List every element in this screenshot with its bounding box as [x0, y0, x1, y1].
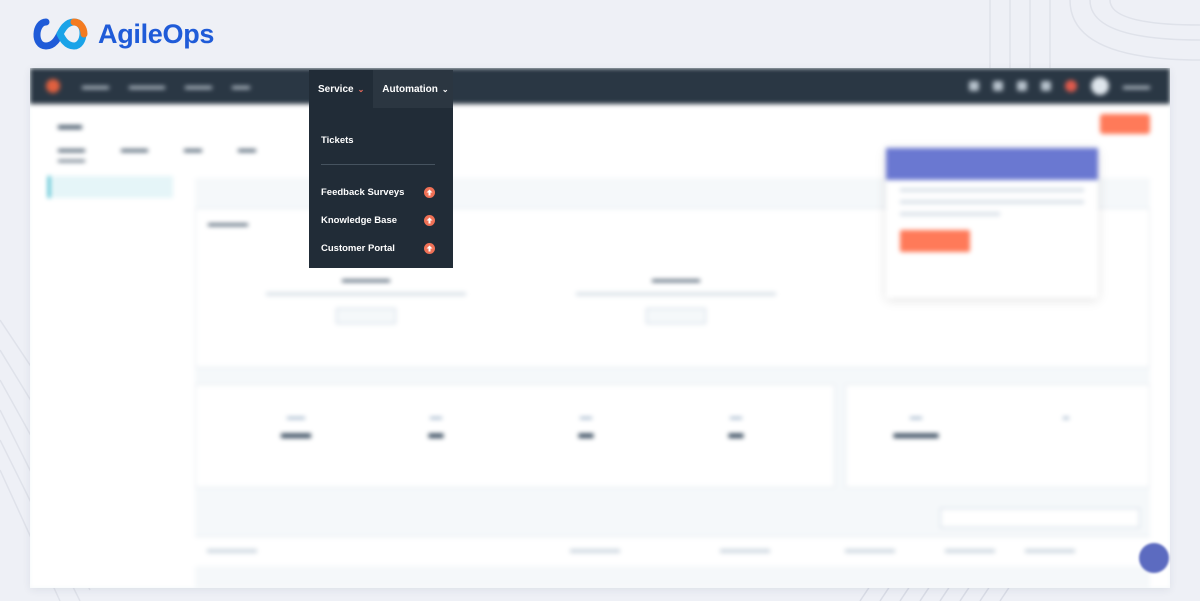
table-toolbar: [195, 508, 1150, 532]
tab: ▬▬▬: [121, 144, 148, 154]
brand-name: AgileOps: [98, 18, 215, 49]
stat-block: ▬▬ ▬: [428, 415, 444, 442]
stats-panel-secondary: ▬▬ ▬▬▬ ▬: [845, 384, 1150, 488]
page-content: ▬▬ ▬▬▬ ▬▬▬ ▬▬ ▬▬ ▬▬▬▬▬ ▬▬▬▬▬▬ ▬▬▬▬▬▬ ▬▬▬…: [30, 104, 1170, 588]
popover-header: [886, 148, 1098, 180]
page-tabs: ▬▬▬ ▬▬▬ ▬▬ ▬▬: [58, 144, 256, 162]
top-navigation-bar: ▬▬▬ ▬▬▬▬ ▬▬▬ ▬▬ ▬▬▬: [30, 68, 1170, 104]
menu-divider: [321, 164, 435, 165]
nav-item: ▬▬: [232, 81, 250, 91]
sidebar-item: [48, 224, 173, 246]
stats-panel: ▬▬▬ ▬▬ ▬▬ ▬ ▬▬ ▬ ▬▬ ▬: [195, 384, 835, 488]
tab-service-label: Service: [318, 83, 354, 95]
tab-automation[interactable]: Automation ⌄: [373, 70, 457, 108]
upgrade-arrow-icon: [424, 186, 435, 198]
menu-item-knowledge-base[interactable]: Knowledge Base: [309, 206, 453, 234]
stat-block: ▬: [1063, 415, 1069, 421]
menu-item-customer-portal[interactable]: Customer Portal: [309, 234, 453, 262]
upgrade-arrow-icon: [424, 214, 435, 226]
settings-icon: [1041, 81, 1051, 91]
chevron-down-icon: ⌄: [441, 84, 449, 94]
blurred-background-ui: ▬▬▬ ▬▬▬▬ ▬▬▬ ▬▬ ▬▬▬ ▬▬ ▬▬▬ ▬▬▬ ▬▬ ▬▬ ▬▬▬…: [30, 68, 1170, 588]
create-button: [1100, 114, 1150, 134]
nav-item: ▬▬▬▬: [129, 81, 165, 91]
sidebar-item: [48, 200, 173, 222]
menu-item-label: Feedback Surveys: [321, 186, 405, 198]
marketplace-icon: [993, 81, 1003, 91]
notifications-icon: [1065, 80, 1077, 92]
sidebar-item: [48, 176, 173, 198]
tab-service[interactable]: Service ⌄: [309, 70, 374, 108]
chat-widget-icon[interactable]: [1139, 543, 1169, 573]
tab: ▬▬▬: [58, 144, 85, 162]
upgrade-arrow-icon: [424, 242, 435, 254]
brand-header: AgileOps: [30, 16, 214, 52]
table-header: [195, 536, 1150, 566]
service-dropdown-menu: Tickets Feedback Surveys Knowledge Base …: [309, 108, 453, 268]
chevron-down-icon: ⌄: [357, 84, 365, 94]
help-icon: [1017, 81, 1027, 91]
popover-cta-button: [900, 230, 970, 252]
menu-item-feedback-surveys[interactable]: Feedback Surveys: [309, 178, 453, 206]
stat-block: ▬▬ ▬: [578, 415, 594, 442]
onboarding-card: ▬▬▬▬▬▬: [526, 249, 826, 369]
stat-block: ▬▬▬▬▬: [281, 415, 311, 442]
tab-automation-label: Automation: [382, 83, 438, 95]
stat-block: ▬▬▬▬▬: [893, 415, 939, 442]
tab: ▬▬: [238, 144, 256, 154]
account-menu: ▬▬▬: [1123, 81, 1150, 91]
nav-item: ▬▬▬: [82, 81, 109, 91]
card-title: ▬▬▬▬▬: [208, 219, 248, 228]
tab: ▬▬: [184, 144, 202, 154]
onboarding-popover: [886, 148, 1098, 298]
app-window: ▬▬▬ ▬▬▬▬ ▬▬▬ ▬▬ ▬▬▬ ▬▬ ▬▬▬ ▬▬▬ ▬▬ ▬▬ ▬▬▬…: [30, 68, 1170, 588]
app-logo-icon: [46, 79, 60, 93]
page-title: ▬▬: [58, 118, 82, 132]
menu-item-label: Customer Portal: [321, 242, 395, 254]
sidebar: [48, 176, 173, 248]
search-input: [940, 508, 1140, 528]
nav-item: ▬▬▬: [185, 81, 212, 91]
search-icon: [969, 81, 979, 91]
agileops-logo-icon: [33, 18, 88, 50]
menu-item-label: Knowledge Base: [321, 214, 398, 226]
nav-menubar: Service ⌄ Automation ⌄: [309, 70, 453, 108]
menu-item-tickets[interactable]: Tickets: [309, 126, 453, 154]
nav-utilities: ▬▬▬: [969, 68, 1150, 104]
stat-block: ▬▬ ▬: [728, 415, 744, 442]
avatar: [1091, 77, 1109, 95]
menu-item-label: Tickets: [321, 134, 354, 146]
